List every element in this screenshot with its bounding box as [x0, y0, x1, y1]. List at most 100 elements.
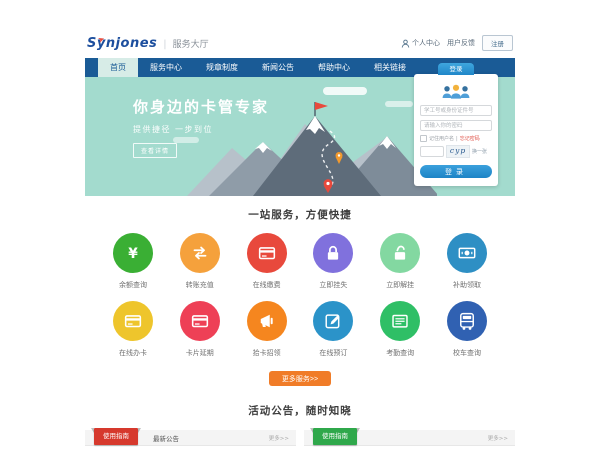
service-item-7[interactable]: 卡片延期: [176, 301, 224, 358]
username-input[interactable]: [420, 105, 492, 116]
service-circle: [380, 301, 420, 341]
register-button[interactable]: 注册: [482, 35, 513, 51]
profile-link-label: 个人中心: [412, 38, 440, 48]
panel-ribbon[interactable]: 使用指南: [94, 428, 138, 445]
bus-icon: [456, 310, 478, 332]
service-circle: [180, 301, 220, 341]
banknote-icon: [456, 242, 478, 264]
service-label: 卡片延期: [176, 348, 224, 358]
profile-link[interactable]: 个人中心: [401, 38, 440, 48]
nav-item-2[interactable]: 规章制度: [194, 58, 250, 77]
hero-title: 你身边的卡管专家: [133, 96, 269, 117]
service-circle: [113, 301, 153, 341]
hero-subtitle: 提供捷径 一步到位: [133, 124, 269, 135]
service-label: 拾卡招领: [243, 348, 291, 358]
service-label: 在线缴费: [243, 280, 291, 290]
service-circle: [447, 301, 487, 341]
list-icon: [389, 310, 411, 332]
users-icon: [438, 83, 474, 100]
panel-more-link[interactable]: 更多>>: [488, 434, 508, 442]
service-label: 校车查询: [443, 348, 491, 358]
service-item-1[interactable]: 转账充值: [176, 233, 224, 290]
panel-body: [304, 446, 515, 450]
nav-item-0[interactable]: 首页: [98, 58, 138, 77]
service-label: 转账充值: [176, 280, 224, 290]
service-circle: [313, 301, 353, 341]
site-name: 服务大厅: [173, 37, 209, 50]
svg-text:¥: ¥: [128, 246, 138, 262]
panel-header: 使用指南 更多>>: [304, 430, 515, 446]
header-links: 个人中心 用户反馈 注册: [401, 35, 513, 51]
login-panel: 登录 记住用户名 | 忘记密码 cyp 换一张 登录: [414, 74, 498, 186]
login-tab[interactable]: 登录: [438, 63, 474, 75]
yen-icon: ¥: [122, 242, 144, 264]
announcement-panels: 使用指南 最新公告 更多>> 使用指南 更多>>: [85, 430, 515, 450]
service-item-9[interactable]: 在线预订: [309, 301, 357, 358]
services-title: 一站服务，方便快捷: [85, 207, 515, 222]
services-row-0: ¥ 余额查询 转账充值 在线缴费 立即挂失 立即解挂补助领取: [85, 233, 515, 290]
service-label: 补助领取: [443, 280, 491, 290]
service-circle: [447, 233, 487, 273]
transfer-icon: [189, 242, 211, 264]
announcement-panel-1: 使用指南 更多>>: [304, 430, 515, 450]
service-label: 余额查询: [109, 280, 157, 290]
service-label: 在线预订: [309, 348, 357, 358]
flag-icon: [315, 102, 328, 110]
unlock-icon: [389, 242, 411, 264]
announcement-panel-0: 使用指南 最新公告 更多>>: [85, 430, 296, 450]
options-divider: |: [456, 136, 458, 142]
hero-copy: 你身边的卡管专家 提供捷径 一步到位 查看详情: [133, 96, 269, 158]
password-input[interactable]: [420, 120, 492, 131]
hero-detail-button[interactable]: 查看详情: [133, 143, 177, 158]
service-circle: [180, 233, 220, 273]
captcha-image[interactable]: cyp: [446, 145, 470, 158]
remember-checkbox[interactable]: [420, 135, 427, 142]
services-row-1: 在线办卡卡片延期 拾卡招领 在线预订 考勤查询 校车查询: [85, 301, 515, 358]
login-options: 记住用户名 | 忘记密码: [420, 135, 492, 142]
more-services-button[interactable]: 更多服务>>: [269, 371, 331, 386]
panel-header: 使用指南 最新公告 更多>>: [85, 430, 296, 446]
service-circle: [380, 233, 420, 273]
service-label: 考勤查询: [376, 348, 424, 358]
nav-item-5[interactable]: 相关链接: [362, 58, 418, 77]
service-item-5[interactable]: 补助领取: [443, 233, 491, 290]
remember-label: 记住用户名: [429, 135, 454, 142]
captcha-row: cyp 换一张: [420, 145, 492, 158]
captcha-refresh-link[interactable]: 换一张: [472, 148, 487, 155]
service-item-3[interactable]: 立即挂失: [309, 233, 357, 290]
captcha-input[interactable]: [420, 146, 444, 157]
nav-item-4[interactable]: 帮助中心: [306, 58, 362, 77]
service-item-10[interactable]: 考勤查询: [376, 301, 424, 358]
service-circle: ¥: [113, 233, 153, 273]
service-circle: [247, 301, 287, 341]
card-icon: [122, 310, 144, 332]
user-icon: [401, 39, 410, 48]
services-section: 一站服务，方便快捷 ¥ 余额查询 转账充值 在线缴费 立即挂失 立即解挂补助领取在线办卡卡…: [85, 196, 515, 386]
lock-icon: [322, 242, 344, 264]
site-container: Synjones ➤ | 服务大厅 个人中心 用户反馈 注册: [85, 28, 515, 450]
service-item-8[interactable]: 拾卡招领: [243, 301, 291, 358]
feedback-link[interactable]: 用户反馈: [447, 38, 475, 48]
nav-item-1[interactable]: 服务中心: [138, 58, 194, 77]
service-label: 立即挂失: [309, 280, 357, 290]
header-divider: |: [163, 39, 166, 50]
service-item-4[interactable]: 立即解挂: [376, 233, 424, 290]
panel-ribbon[interactable]: 使用指南: [313, 428, 357, 445]
service-item-11[interactable]: 校车查询: [443, 301, 491, 358]
edit-icon: [322, 310, 344, 332]
service-item-6[interactable]: 在线办卡: [109, 301, 157, 358]
service-item-0[interactable]: ¥ 余额查询: [109, 233, 157, 290]
panel-tab[interactable]: 最新公告: [153, 433, 179, 443]
card-icon: [189, 310, 211, 332]
top-header: Synjones ➤ | 服务大厅 个人中心 用户反馈 注册: [85, 28, 515, 58]
nav-item-3[interactable]: 新闻公告: [250, 58, 306, 77]
service-circle: [313, 233, 353, 273]
service-item-2[interactable]: 在线缴费: [243, 233, 291, 290]
panel-body: [85, 446, 296, 450]
logo[interactable]: Synjones ➤ | 服务大厅: [87, 36, 209, 51]
login-submit-button[interactable]: 登录: [420, 165, 492, 178]
services-grid: ¥ 余额查询 转账充值 在线缴费 立即挂失 立即解挂补助领取在线办卡卡片延期 拾卡招领 在线预…: [85, 233, 515, 358]
panel-more-link[interactable]: 更多>>: [269, 434, 289, 442]
announcements-title: 活动公告，随时知晓: [85, 403, 515, 418]
forgot-password-link[interactable]: 忘记密码: [460, 135, 480, 142]
